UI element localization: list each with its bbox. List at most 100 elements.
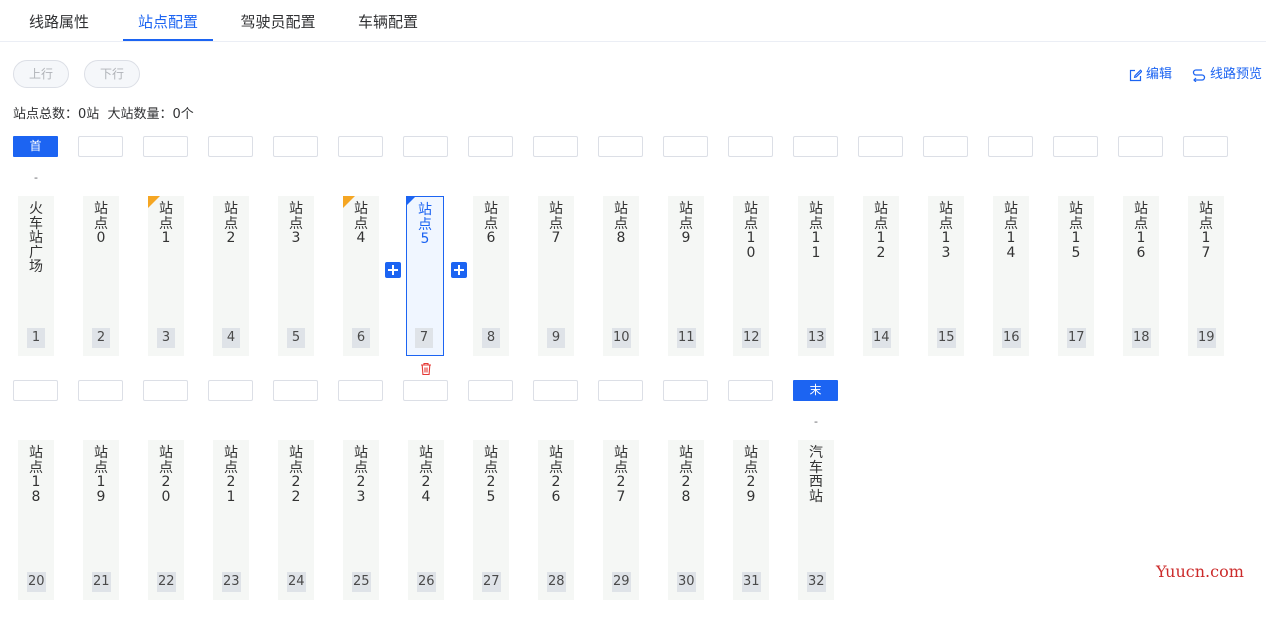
edit-icon [1129, 68, 1142, 81]
station-name: 站点2 [224, 201, 238, 246]
station-alias-input[interactable] [208, 380, 253, 401]
station-card[interactable]: 火车站广场 1 [18, 196, 54, 356]
station-card[interactable]: 站点15 17 [1058, 196, 1094, 356]
station-index: 14 [872, 328, 891, 348]
station-name: 站点1 [159, 201, 173, 246]
station-card[interactable]: 站点23 25 [343, 440, 379, 600]
station-alias-input[interactable] [663, 380, 708, 401]
station-alias-input[interactable] [143, 136, 188, 157]
station-alias-input[interactable] [533, 136, 578, 157]
station-alias-input[interactable] [923, 136, 968, 157]
station-name: 站点4 [354, 201, 368, 246]
station-name: 火车站广场 [29, 201, 43, 275]
station-name: 站点7 [549, 201, 563, 246]
station-name: 站点13 [939, 201, 953, 261]
station-card[interactable]: 站点0 2 [83, 196, 119, 356]
tab-route-properties[interactable]: 线路属性 [26, 12, 92, 42]
station-card[interactable]: 站点8 10 [603, 196, 639, 356]
station-card[interactable]: 站点22 24 [278, 440, 314, 600]
station-card[interactable]: 站点20 22 [148, 440, 184, 600]
station-alias-input[interactable] [403, 380, 448, 401]
tab-bar: 线路属性 站点配置 驾驶员配置 车辆配置 [0, 0, 1266, 42]
station-card[interactable]: 站点26 28 [538, 440, 574, 600]
station-card[interactable]: 站点27 29 [603, 440, 639, 600]
station-index: 18 [1132, 328, 1151, 348]
tab-driver-config[interactable]: 驾驶员配置 [236, 12, 320, 42]
station-name: 站点29 [744, 445, 758, 505]
station-name: 站点19 [94, 445, 108, 505]
station-alias-input[interactable] [403, 136, 448, 157]
station-card[interactable]: 站点12 14 [863, 196, 899, 356]
station-alias-input[interactable] [988, 136, 1033, 157]
station-index: 10 [612, 328, 631, 348]
station-alias-input[interactable] [273, 136, 318, 157]
tab-vehicle-config[interactable]: 车辆配置 [355, 12, 421, 42]
route-preview-label: 线路预览 [1210, 67, 1263, 82]
downward-button[interactable]: 下行 [84, 60, 140, 88]
station-alias-input[interactable] [338, 380, 383, 401]
station-alias-input[interactable] [858, 136, 903, 157]
station-index: 22 [157, 572, 176, 592]
station-alias-input[interactable] [1118, 136, 1163, 157]
insert-before-button[interactable] [385, 262, 401, 278]
station-alias-input[interactable] [793, 136, 838, 157]
delete-station-icon[interactable] [420, 362, 432, 376]
station-card[interactable]: 站点28 30 [668, 440, 704, 600]
station-index: 25 [352, 572, 371, 592]
route-preview-button[interactable]: 线路预览 [1192, 66, 1262, 84]
station-index: 4 [222, 328, 240, 348]
station-card[interactable]: 站点25 27 [473, 440, 509, 600]
station-index: 9 [547, 328, 565, 348]
station-card[interactable]: 汽车西站 32 [798, 440, 834, 600]
station-alias-input[interactable] [1053, 136, 1098, 157]
station-index: 15 [937, 328, 956, 348]
station-alias-input[interactable] [78, 136, 123, 157]
station-card[interactable]: 站点18 20 [18, 440, 54, 600]
upward-button[interactable]: 上行 [13, 60, 69, 88]
station-name: 站点0 [94, 201, 108, 246]
station-card[interactable]: 站点2 4 [213, 196, 249, 356]
station-card[interactable]: 站点19 21 [83, 440, 119, 600]
station-alias-input[interactable] [1183, 136, 1228, 157]
station-card[interactable]: 站点3 5 [278, 196, 314, 356]
station-alias-input[interactable] [533, 380, 578, 401]
station-card[interactable]: 站点7 9 [538, 196, 574, 356]
station-card[interactable]: 站点13 15 [928, 196, 964, 356]
station-card[interactable]: 站点29 31 [733, 440, 769, 600]
station-name: 站点9 [679, 201, 693, 246]
station-name: 站点15 [1069, 201, 1083, 261]
station-index: 26 [417, 572, 436, 592]
station-alias-input[interactable] [728, 136, 773, 157]
station-index: 28 [547, 572, 566, 592]
station-alias-input[interactable] [468, 380, 513, 401]
station-name: 站点12 [874, 201, 888, 261]
station-alias-input[interactable] [208, 136, 253, 157]
station-card[interactable]: 站点4 6 [343, 196, 379, 356]
station-card[interactable]: 站点10 12 [733, 196, 769, 356]
station-alias-input[interactable] [468, 136, 513, 157]
station-alias-input[interactable] [143, 380, 188, 401]
tab-station-config[interactable]: 站点配置 [130, 12, 206, 42]
station-card[interactable]: 站点11 13 [798, 196, 834, 356]
station-card[interactable]: 站点16 18 [1123, 196, 1159, 356]
station-card[interactable]: 站点17 19 [1188, 196, 1224, 356]
station-card[interactable]: 站点6 8 [473, 196, 509, 356]
station-card[interactable]: 站点14 16 [993, 196, 1029, 356]
edit-button[interactable]: 编辑 [1129, 66, 1172, 84]
station-alias-input[interactable] [598, 380, 643, 401]
station-alias-input[interactable] [273, 380, 318, 401]
station-card[interactable]: 站点9 11 [668, 196, 704, 356]
station-index: 8 [482, 328, 500, 348]
station-card[interactable]: 站点5 7 [406, 196, 444, 356]
station-alias-input[interactable] [78, 380, 123, 401]
station-name: 站点21 [224, 445, 238, 505]
insert-after-button[interactable] [451, 262, 467, 278]
station-alias-input[interactable] [663, 136, 708, 157]
station-card[interactable]: 站点1 3 [148, 196, 184, 356]
station-alias-input[interactable] [338, 136, 383, 157]
station-alias-input[interactable] [13, 380, 58, 401]
station-alias-input[interactable] [728, 380, 773, 401]
station-card[interactable]: 站点21 23 [213, 440, 249, 600]
station-alias-input[interactable] [598, 136, 643, 157]
station-card[interactable]: 站点24 26 [408, 440, 444, 600]
